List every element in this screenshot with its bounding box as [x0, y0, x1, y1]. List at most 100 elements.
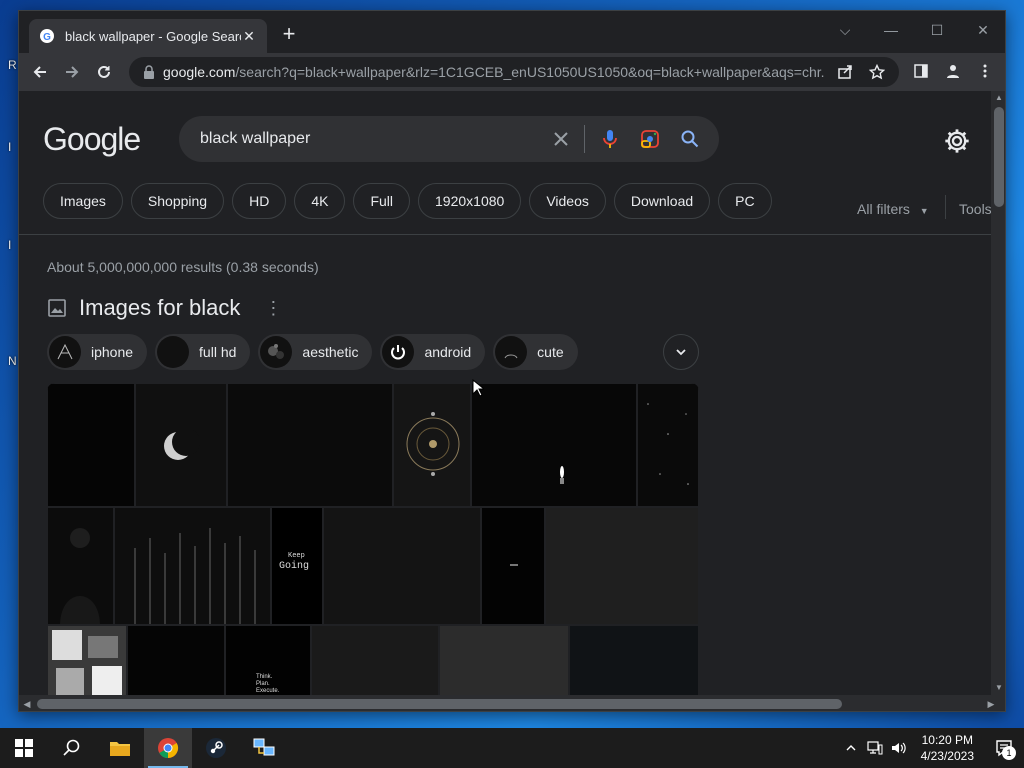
- search-icon[interactable]: [675, 124, 705, 154]
- network-icon[interactable]: [863, 728, 887, 768]
- chip-download[interactable]: Download: [613, 183, 711, 219]
- microphone-icon[interactable]: [595, 124, 625, 154]
- image-result[interactable]: [227, 383, 393, 507]
- tab-close-icon[interactable]: ✕: [241, 28, 257, 45]
- refine-chip-full-hd[interactable]: full hd: [155, 334, 251, 370]
- bookmark-star-icon[interactable]: [865, 60, 889, 84]
- image-result[interactable]: [545, 507, 699, 625]
- address-bar[interactable]: google.com/search?q=black+wallpaper&rlz=…: [129, 57, 899, 87]
- candle-image: [560, 466, 564, 484]
- folder-icon: [110, 742, 130, 756]
- chip-shopping[interactable]: Shopping: [130, 183, 225, 219]
- image-result[interactable]: [569, 625, 699, 695]
- grass-streaks-image: [134, 528, 256, 624]
- vertical-scrollbar[interactable]: ▲ ▼: [991, 91, 1005, 695]
- image-result[interactable]: [471, 383, 637, 507]
- images-section-title[interactable]: Images for black: [79, 295, 240, 321]
- refine-chip-label: android: [424, 344, 472, 360]
- close-window-button[interactable]: ✕: [963, 17, 1003, 43]
- chip-1920x1080[interactable]: 1920x1080: [418, 183, 522, 219]
- moon-phases-image: [406, 412, 460, 476]
- start-button[interactable]: [0, 728, 48, 768]
- chip-pc[interactable]: PC: [718, 183, 772, 219]
- side-panel-icon[interactable]: [907, 57, 935, 85]
- image-result[interactable]: [47, 383, 135, 507]
- system-tray: 10:20 PM 4/23/2023 1: [839, 728, 1024, 768]
- tab-search-button[interactable]: ⌵: [825, 17, 865, 43]
- chip-hd[interactable]: HD: [232, 183, 287, 219]
- refine-chip-label: cute: [537, 344, 564, 360]
- vertical-scroll-thumb[interactable]: [994, 107, 1004, 207]
- filter-chips: Images Shopping HD 4K Full 1920x1080 Vid…: [43, 183, 772, 219]
- image-result[interactable]: Think. Plan. Execute.: [225, 625, 311, 695]
- horizontal-scrollbar[interactable]: ◀ ▶: [19, 695, 1005, 711]
- share-icon[interactable]: [833, 60, 857, 84]
- menu-kebab-icon[interactable]: [971, 57, 999, 85]
- horizontal-scroll-thumb[interactable]: [37, 699, 842, 709]
- stars-image: [647, 403, 689, 485]
- scroll-left-icon[interactable]: ◀: [19, 695, 35, 711]
- taskbar-steam[interactable]: [192, 728, 240, 768]
- forward-button[interactable]: [57, 57, 87, 87]
- image-result[interactable]: [127, 625, 225, 695]
- chevron-down-icon: [676, 349, 686, 356]
- action-center-button[interactable]: 1: [984, 728, 1024, 768]
- taskbar-network-app[interactable]: [240, 728, 288, 768]
- image-result[interactable]: [481, 507, 545, 625]
- scroll-right-icon[interactable]: ▶: [983, 695, 999, 711]
- maximize-button[interactable]: ☐: [917, 17, 957, 43]
- refine-chip-aesthetic[interactable]: aesthetic: [258, 334, 373, 370]
- image-result[interactable]: [439, 625, 569, 695]
- more-options-icon[interactable]: ⋮: [264, 298, 282, 319]
- chip-full[interactable]: Full: [353, 183, 411, 219]
- image-result[interactable]: [637, 383, 699, 507]
- image-result[interactable]: [47, 625, 127, 695]
- image-caption: Keep: [288, 552, 305, 560]
- tab-google-search[interactable]: G black wallpaper - Google Search ✕: [29, 19, 267, 53]
- image-result[interactable]: Keep Going: [271, 507, 323, 625]
- clear-icon[interactable]: [546, 124, 576, 154]
- chrome-window: G black wallpaper - Google Search ✕ + ⌵ …: [18, 10, 1006, 712]
- refine-chip-iphone[interactable]: iphone: [47, 334, 148, 370]
- camera-lens-icon[interactable]: [635, 124, 665, 154]
- chip-images[interactable]: Images: [43, 183, 123, 219]
- refine-chip-android[interactable]: android: [380, 334, 486, 370]
- image-result[interactable]: [311, 625, 439, 695]
- refine-chip-label: full hd: [199, 344, 237, 360]
- expand-chips-button[interactable]: [663, 334, 699, 370]
- taskbar-chrome[interactable]: [144, 728, 192, 768]
- chevron-up-icon[interactable]: [839, 728, 863, 768]
- scroll-down-icon[interactable]: ▼: [991, 681, 1005, 695]
- minimize-button[interactable]: —: [871, 17, 911, 43]
- refine-chip-cute[interactable]: cute: [493, 334, 578, 370]
- all-filters-button[interactable]: All filters ▼: [857, 201, 929, 217]
- crescent-moon-image: [164, 428, 200, 460]
- chip-videos[interactable]: Videos: [529, 183, 606, 219]
- refine-chip-label: aesthetic: [302, 344, 359, 360]
- clock[interactable]: 10:20 PM 4/23/2023: [911, 732, 984, 764]
- google-logo[interactable]: Google: [43, 121, 141, 158]
- image-icon: [48, 299, 66, 317]
- taskbar-file-explorer[interactable]: [96, 728, 144, 768]
- image-result[interactable]: [114, 507, 271, 625]
- search-input[interactable]: black wallpaper: [200, 130, 536, 148]
- scroll-up-icon[interactable]: ▲: [991, 91, 1005, 105]
- new-tab-button[interactable]: +: [277, 23, 301, 47]
- volume-icon[interactable]: [887, 728, 911, 768]
- image-result[interactable]: [393, 383, 471, 507]
- image-result[interactable]: [323, 507, 481, 625]
- profile-icon[interactable]: [939, 57, 967, 85]
- image-result[interactable]: [47, 507, 114, 625]
- browser-toolbar: google.com/search?q=black+wallpaper&rlz=…: [19, 53, 1005, 91]
- google-favicon-icon: G: [40, 29, 54, 43]
- taskbar-search-button[interactable]: [48, 728, 96, 768]
- tools-button[interactable]: Tools: [959, 201, 991, 217]
- image-result[interactable]: [135, 383, 227, 507]
- mouse-cursor-icon: [472, 379, 484, 397]
- reload-button[interactable]: [89, 57, 119, 87]
- image-caption: Think.: [256, 674, 273, 680]
- chip-4k[interactable]: 4K: [294, 183, 346, 219]
- back-button[interactable]: [25, 57, 55, 87]
- settings-gear-icon[interactable]: [943, 127, 971, 155]
- search-box[interactable]: black wallpaper: [179, 116, 719, 162]
